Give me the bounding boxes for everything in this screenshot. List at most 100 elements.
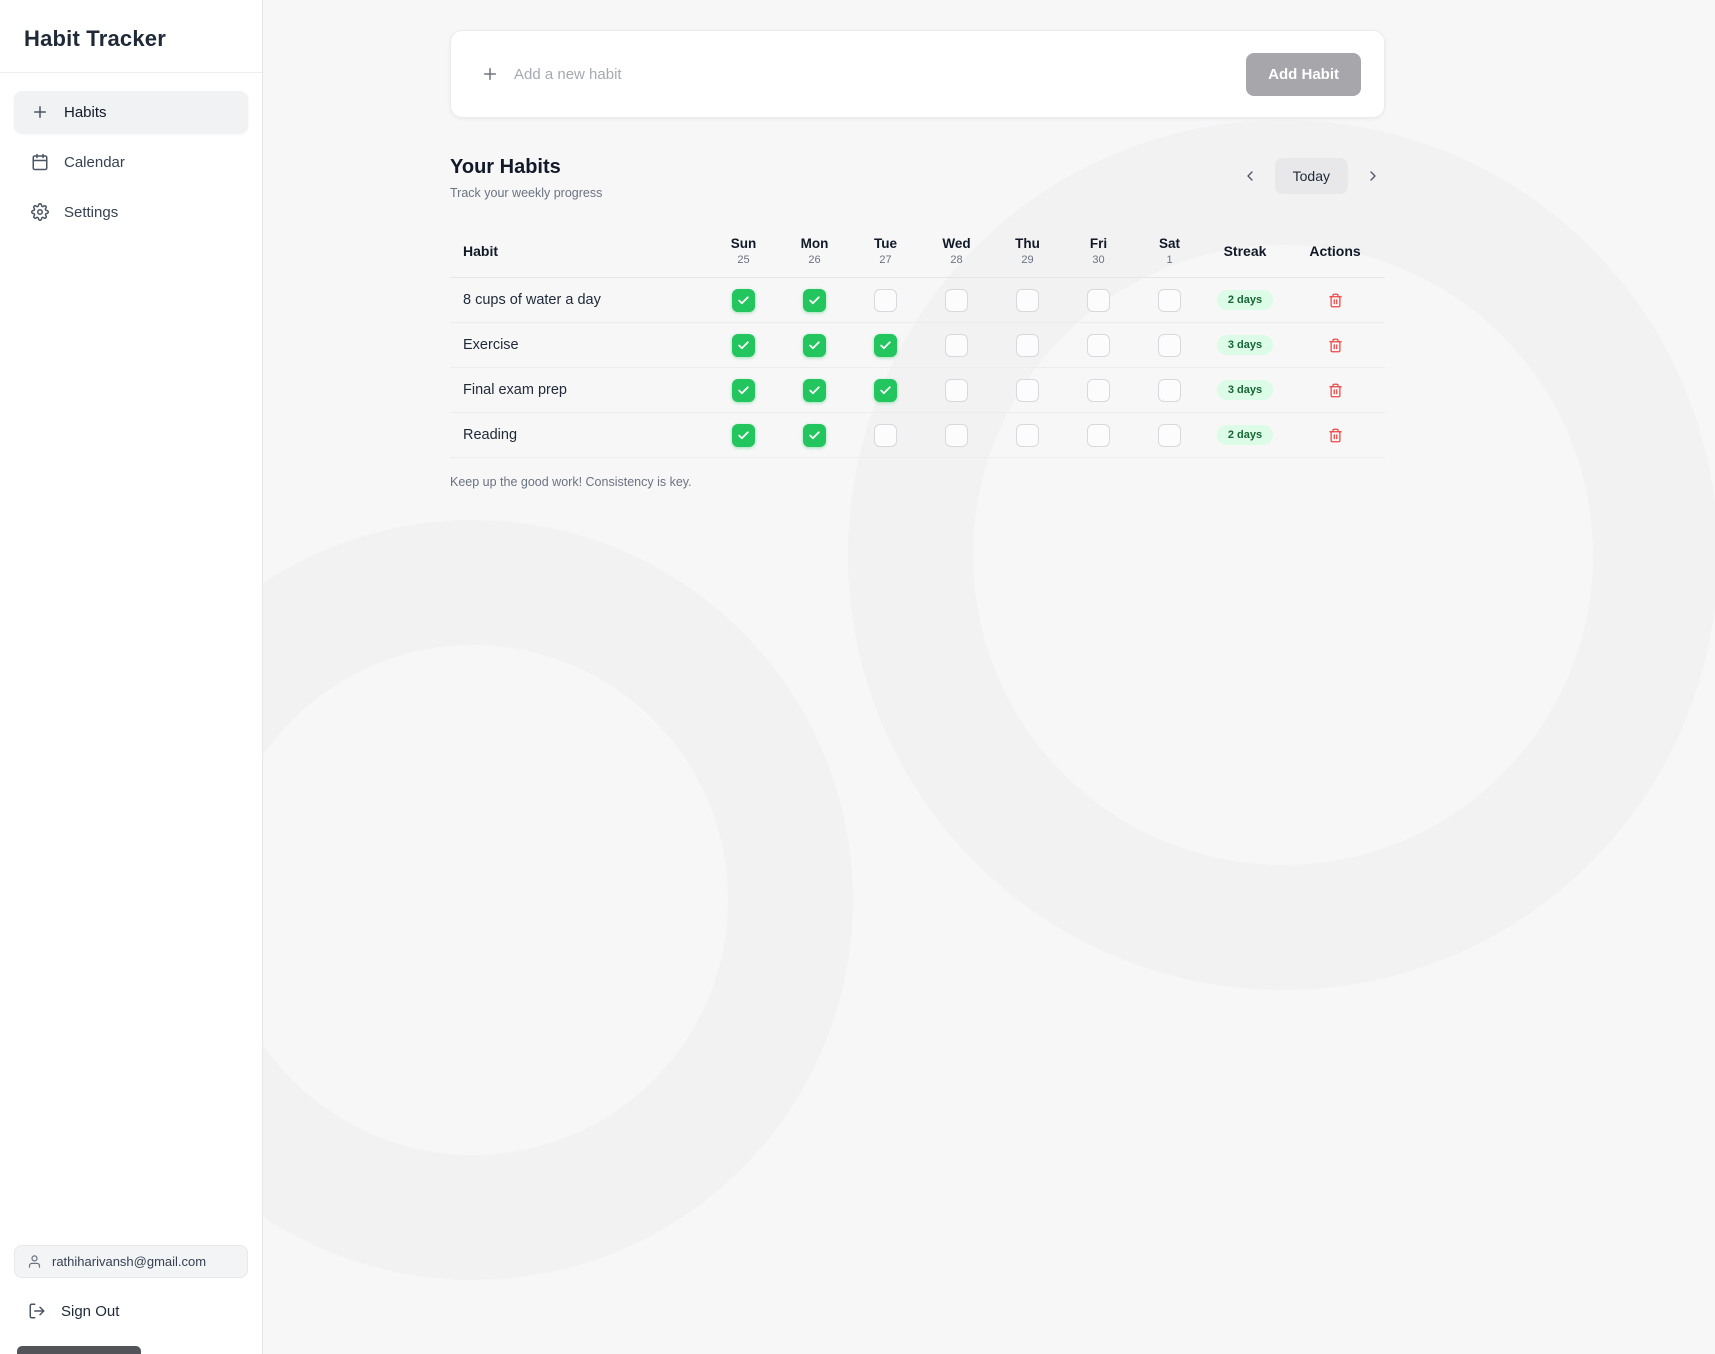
- habit-checkbox[interactable]: [1087, 334, 1110, 357]
- column-header-day: Thu29: [992, 236, 1063, 266]
- day-cell: [1134, 424, 1205, 447]
- habit-checkbox[interactable]: [874, 334, 897, 357]
- habit-checkbox[interactable]: [803, 424, 826, 447]
- habit-checkbox[interactable]: [803, 379, 826, 402]
- habit-checkbox[interactable]: [1087, 289, 1110, 312]
- clipped-ui-fragment: [17, 1346, 141, 1354]
- habit-checkbox[interactable]: [1016, 379, 1039, 402]
- day-name: Wed: [921, 236, 992, 251]
- day-cell: [921, 424, 992, 447]
- table-row: 8 cups of water a day 2 days: [450, 278, 1385, 323]
- table-row: Reading2 days: [450, 413, 1385, 458]
- habit-checkbox[interactable]: [1158, 379, 1181, 402]
- day-name: Sun: [708, 236, 779, 251]
- day-cell: [921, 334, 992, 357]
- day-cell: [1063, 334, 1134, 357]
- table-row: Final exam prep 3 days: [450, 368, 1385, 413]
- today-button[interactable]: Today: [1275, 158, 1348, 194]
- habit-checkbox[interactable]: [945, 289, 968, 312]
- day-date: 29: [992, 254, 1063, 266]
- column-header-day: Sun25: [708, 236, 779, 266]
- check-icon: [737, 339, 750, 352]
- add-habit-button[interactable]: Add Habit: [1246, 53, 1361, 96]
- column-header-day: Mon26: [779, 236, 850, 266]
- column-header-day: Tue 27: [850, 236, 921, 266]
- delete-habit-button[interactable]: [1285, 428, 1385, 443]
- habit-checkbox[interactable]: [1158, 289, 1181, 312]
- habit-checkbox[interactable]: [732, 334, 755, 357]
- habit-checkbox[interactable]: [732, 424, 755, 447]
- habit-name: Final exam prep: [450, 382, 708, 398]
- actions-cell: [1285, 338, 1385, 353]
- gear-icon: [31, 203, 49, 221]
- streak-cell: 3 days: [1205, 380, 1285, 400]
- day-name: Sat: [1134, 236, 1205, 251]
- main-content: Add Habit Your Habits Track your weekly …: [263, 0, 1715, 1354]
- section-subtitle: Track your weekly progress: [450, 186, 602, 200]
- day-cell: [992, 289, 1063, 312]
- habit-checkbox[interactable]: [803, 289, 826, 312]
- delete-habit-button[interactable]: [1285, 383, 1385, 398]
- habit-name: Reading: [450, 427, 708, 443]
- chevron-left-icon: [1242, 168, 1258, 184]
- habit-checkbox[interactable]: [1087, 424, 1110, 447]
- habit-checkbox[interactable]: [945, 379, 968, 402]
- check-icon: [737, 294, 750, 307]
- streak-cell: 2 days: [1205, 290, 1285, 310]
- sidebar-item-settings[interactable]: Settings: [14, 191, 248, 233]
- day-cell: [992, 379, 1063, 402]
- habit-checkbox[interactable]: [1016, 424, 1039, 447]
- sidebar-item-habits[interactable]: Habits: [14, 91, 248, 133]
- sidebar-item-label: Habits: [64, 104, 107, 121]
- day-cell: [1063, 424, 1134, 447]
- habit-checkbox[interactable]: [1087, 379, 1110, 402]
- sidebar-item-calendar[interactable]: Calendar: [14, 141, 248, 183]
- habit-name: 8 cups of water a day: [450, 292, 708, 308]
- habit-checkbox[interactable]: [1016, 289, 1039, 312]
- streak-badge: 2 days: [1217, 290, 1273, 310]
- day-cell: [992, 424, 1063, 447]
- check-icon: [808, 294, 821, 307]
- check-icon: [808, 339, 821, 352]
- sidebar-item-label: Calendar: [64, 154, 125, 171]
- check-icon: [737, 429, 750, 442]
- user-account-button[interactable]: rathiharivansh@gmail.com: [14, 1245, 248, 1278]
- day-name: Mon: [779, 236, 850, 251]
- day-date: 1: [1134, 254, 1205, 266]
- sidebar-nav: Habits Calendar Settings: [0, 73, 262, 251]
- trash-icon: [1328, 293, 1343, 308]
- habit-checkbox[interactable]: [732, 379, 755, 402]
- streak-badge: 3 days: [1217, 335, 1273, 355]
- sidebar-item-label: Settings: [64, 204, 118, 221]
- habit-checkbox[interactable]: [945, 334, 968, 357]
- add-habit-card: Add Habit: [450, 30, 1385, 118]
- person-icon: [27, 1254, 42, 1269]
- habits-section-titles: Your Habits Track your weekly progress: [450, 156, 602, 200]
- day-cell: [850, 424, 921, 447]
- delete-habit-button[interactable]: [1285, 338, 1385, 353]
- habit-checkbox[interactable]: [874, 379, 897, 402]
- plus-icon: [481, 65, 499, 83]
- next-week-button[interactable]: [1361, 164, 1385, 188]
- habit-checkbox[interactable]: [803, 334, 826, 357]
- day-date: 27: [850, 254, 921, 266]
- actions-cell: [1285, 293, 1385, 308]
- prev-week-button[interactable]: [1238, 164, 1262, 188]
- delete-habit-button[interactable]: [1285, 293, 1385, 308]
- habit-checkbox[interactable]: [1158, 334, 1181, 357]
- day-name: Tue: [850, 236, 921, 251]
- habit-checkbox[interactable]: [945, 424, 968, 447]
- day-cell: [1134, 379, 1205, 402]
- habit-checkbox[interactable]: [732, 289, 755, 312]
- sign-out-button[interactable]: Sign Out: [14, 1292, 248, 1330]
- add-habit-input-group: [481, 65, 1246, 84]
- day-name: Fri: [1063, 236, 1134, 251]
- column-header-day: Wed28: [921, 236, 992, 266]
- habit-checkbox[interactable]: [874, 424, 897, 447]
- habit-checkbox[interactable]: [1016, 334, 1039, 357]
- day-cell: [779, 334, 850, 357]
- new-habit-input[interactable]: [512, 65, 1072, 84]
- habit-checkbox[interactable]: [874, 289, 897, 312]
- habit-checkbox[interactable]: [1158, 424, 1181, 447]
- column-header-day: Sat 1: [1134, 236, 1205, 266]
